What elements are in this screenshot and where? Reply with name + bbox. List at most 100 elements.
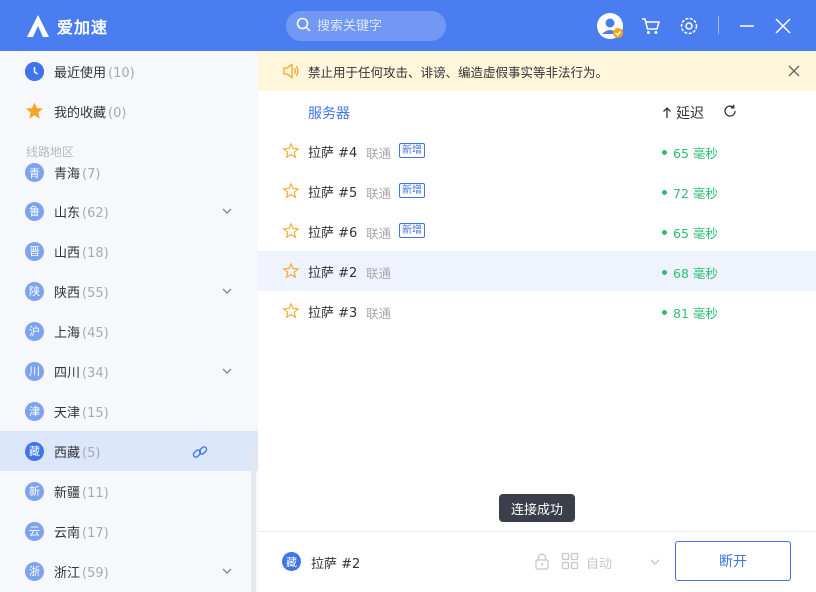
server-latency: 81 毫秒 [662,303,718,322]
close-icon[interactable] [788,65,800,77]
server-name: 拉萨 #5 [308,186,358,201]
favorite-star-icon[interactable] [282,222,300,240]
column-header-latency[interactable]: 延迟 [662,103,704,123]
sidebar-item-label: 山西 (18) [54,245,109,261]
new-badge: 新增 [399,143,425,158]
sidebar-item-region[interactable]: 新 新疆 (11) [0,471,258,511]
sidebar-item-label: 新疆 (11) [54,485,109,501]
favorite-star-icon[interactable] [282,142,300,160]
current-server-name: 拉萨 #2 [311,557,361,572]
region-icon: 晋 [25,241,44,261]
region-icon: 新 [25,481,44,501]
new-badge: 新增 [399,183,425,198]
cart-icon[interactable] [638,13,664,39]
main-panel: 禁止用于任何攻击、诽谤、编造虚假事实等非法行为。 服务器 延迟 拉萨 #4 联通… [258,51,816,592]
titlebar-divider [718,16,719,34]
server-latency: 65 毫秒 [662,223,718,242]
chevron-down-icon[interactable] [221,285,233,297]
sidebar-item-region[interactable]: 鲁 山东 (62) [0,191,258,231]
table-row[interactable]: 拉萨 #3 联通 81 毫秒 [258,291,816,331]
table-row[interactable]: 拉萨 #4 联通 新增 65 毫秒 [258,131,816,171]
sidebar-item-label: 最近使用 (10) [54,65,135,81]
user-avatar-icon[interactable] [596,12,624,40]
server-latency: 68 毫秒 [662,263,718,282]
app-logo: 爱加速 [25,13,108,39]
lock-icon[interactable] [533,552,551,570]
server-name: 拉萨 #6 [308,226,358,241]
title-bar: 爱加速 [0,0,816,51]
favorite-star-icon[interactable] [282,182,300,200]
sidebar-item-label: 我的收藏 (0) [54,105,127,121]
chevron-down-icon[interactable] [221,565,233,577]
refresh-icon[interactable] [722,103,738,119]
connection-bar: 藏 拉萨 #2 自动 断开 [258,531,816,592]
speaker-icon [283,63,299,79]
sidebar: 最近使用 (10) 我的收藏 (0) 线路地区 青 青海 (7) 鲁 山东 (62) 晋… [0,51,258,592]
sidebar-item-region[interactable]: 川 四川 (34) [0,351,258,391]
search-box[interactable] [286,11,446,41]
status-dot [662,310,667,315]
sidebar-item-label: 青海 (7) [54,167,101,182]
region-icon: 川 [25,361,44,381]
favorite-star-icon[interactable] [282,262,300,280]
chevron-down-icon[interactable] [221,365,233,377]
sidebar-item-region[interactable]: 云 云南 (17) [0,511,258,551]
toast-message: 连接成功 [499,494,575,522]
sidebar-item-region[interactable]: 晋 山西 (18) [0,231,258,271]
status-dot [662,190,667,195]
region-icon: 浙 [25,561,44,581]
search-icon [296,17,311,36]
disconnect-button[interactable]: 断开 [675,541,791,581]
sidebar-item-region[interactable]: 沪 上海 (45) [0,311,258,351]
table-row[interactable]: 拉萨 #5 联通 新增 72 毫秒 [258,171,816,211]
sort-up-icon [663,107,671,118]
sidebar-item-region-selected[interactable]: 藏 西藏 (5) [0,431,258,471]
server-isp: 联通 [366,146,392,161]
link-icon [192,446,208,458]
sidebar-item-region[interactable]: 陕 陕西 (55) [0,271,258,311]
sidebar-item-favorites[interactable]: 我的收藏 (0) [0,91,258,131]
sidebar-item-region[interactable]: 青 青海 (7) [0,157,258,185]
sidebar-item-region[interactable]: 津 天津 (15) [0,391,258,431]
sidebar-item-label: 陕西 (55) [54,285,109,301]
sidebar-item-label: 西藏 (5) [54,445,101,461]
search-input[interactable] [317,18,437,34]
table-row[interactable]: 拉萨 #6 联通 新增 65 毫秒 [258,211,816,251]
chevron-down-icon[interactable] [221,205,233,217]
sidebar-item-label: 天津 (15) [54,405,109,421]
sidebar-item-label: 山东 (62) [54,205,109,221]
server-isp: 联通 [366,186,392,201]
grid-icon[interactable] [561,552,579,570]
column-header-server[interactable]: 服务器 [308,103,350,123]
sidebar-item-region[interactable]: 浙 浙江 (59) [0,551,258,591]
clock-icon [25,61,44,81]
table-row-selected[interactable]: 拉萨 #2 联通 68 毫秒 [258,251,816,291]
server-name: 拉萨 #2 [308,266,358,281]
region-icon: 沪 [25,321,44,341]
app-title: 爱加速 [57,17,109,37]
star-icon [25,102,44,121]
sidebar-scrollbar[interactable] [251,451,256,592]
logo-icon [25,13,51,39]
status-dot [662,270,667,275]
server-name: 拉萨 #3 [308,306,358,321]
close-window-icon[interactable] [770,13,796,39]
favorite-star-icon[interactable] [282,302,300,320]
sidebar-item-label: 上海 (45) [54,325,109,341]
server-isp: 联通 [366,266,392,281]
region-icon: 陕 [25,281,44,301]
new-badge: 新增 [399,223,425,238]
table-header: 服务器 延迟 [258,91,816,131]
chevron-down-icon[interactable] [649,556,661,568]
minimize-icon[interactable] [734,13,760,39]
region-icon: 青 [25,163,44,182]
server-latency: 72 毫秒 [662,183,718,202]
sidebar-item-label: 四川 (34) [54,365,109,381]
region-icon: 津 [25,401,44,421]
gear-icon[interactable] [676,13,702,39]
sidebar-item-recent[interactable]: 最近使用 (10) [0,51,258,91]
mode-select[interactable]: 自动 [586,553,612,572]
server-latency: 65 毫秒 [662,143,718,162]
region-icon: 藏 [25,441,44,461]
notice-text: 禁止用于任何攻击、诽谤、编造虚假事实等非法行为。 [308,64,609,80]
